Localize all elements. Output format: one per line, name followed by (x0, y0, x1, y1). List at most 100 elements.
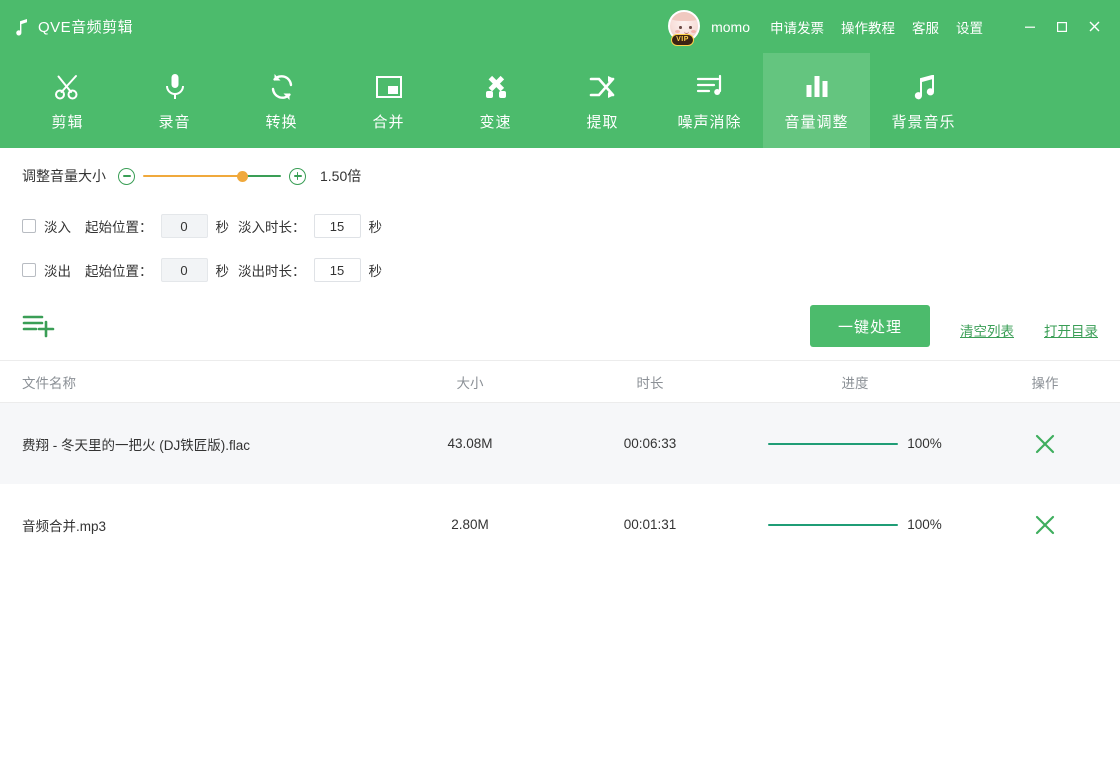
tab-record[interactable]: 录音 (121, 53, 228, 148)
tab-bgm[interactable]: 背景音乐 (870, 53, 977, 148)
avatar[interactable]: VIP (668, 10, 702, 44)
fade-out-start-unit: 秒 (216, 260, 230, 280)
fade-in-start-input[interactable]: 0 (161, 214, 208, 238)
cell-file-name: 音频合并.mp3 (0, 515, 380, 535)
convert-icon (266, 70, 298, 104)
tab-convert[interactable]: 转换 (228, 53, 335, 148)
extract-icon (587, 70, 619, 104)
table-header: 文件名称 大小 时长 进度 操作 (0, 361, 1120, 403)
tab-speed-label: 变速 (479, 111, 511, 132)
cell-progress: 100% (740, 436, 970, 451)
header-name: 文件名称 (0, 372, 380, 392)
tab-speed[interactable]: 变速 (442, 53, 549, 148)
header-size: 大小 (380, 372, 560, 392)
slider-handle[interactable] (238, 172, 247, 181)
menu-support[interactable]: 客服 (912, 17, 939, 37)
minus-circle-icon[interactable] (118, 168, 135, 185)
menu-tutorial[interactable]: 操作教程 (841, 17, 895, 37)
close-x-icon (1034, 514, 1056, 536)
menu-invoice[interactable]: 申请发票 (770, 17, 824, 37)
tab-volume[interactable]: 音量调整 (763, 53, 870, 148)
fade-out-duration-unit: 秒 (369, 260, 383, 280)
progress-bar (768, 443, 898, 445)
progress-bar (768, 524, 898, 526)
add-files-icon[interactable] (22, 312, 56, 340)
scissors-icon (52, 70, 84, 104)
tab-denoise[interactable]: 噪声消除 (656, 53, 763, 148)
fade-in-duration-unit: 秒 (369, 216, 383, 236)
title-bar-right: VIP momo 申请发票 操作教程 客服 设置 (668, 0, 1120, 53)
cell-file-size: 2.80M (380, 517, 560, 532)
table-row[interactable]: 音频合并.mp3 2.80M 00:01:31 100% (0, 484, 1120, 565)
cell-file-name: 费翔 - 冬天里的一把火 (DJ铁匠版).flac (0, 434, 380, 454)
process-button[interactable]: 一键处理 (810, 305, 930, 347)
volume-slider[interactable] (143, 168, 281, 185)
vip-badge: VIP (671, 34, 694, 46)
username-label: momo (711, 19, 750, 35)
tab-clip[interactable]: 剪辑 (14, 53, 121, 148)
title-bar: QVE音频剪辑 VIP momo 申请发票 操作教程 客服 设置 (0, 0, 1120, 53)
delete-row-button[interactable] (1034, 433, 1056, 455)
fade-out-start-input[interactable]: 0 (161, 258, 208, 282)
clear-list-link[interactable]: 清空列表 (960, 312, 1014, 340)
microphone-icon (159, 70, 191, 104)
cell-duration: 00:06:33 (560, 436, 740, 451)
fade-in-label: 淡入 (44, 216, 71, 236)
tab-record-label: 录音 (158, 111, 190, 132)
tab-extract-label: 提取 (586, 111, 618, 132)
slider-track-filled (143, 175, 242, 177)
file-table: 文件名称 大小 时长 进度 操作 费翔 - 冬天里的一把火 (DJ铁匠版).fl… (0, 360, 1120, 565)
progress-value: 100% (907, 436, 942, 451)
cell-operation (970, 433, 1120, 455)
header-duration: 时长 (560, 372, 740, 392)
fade-out-start-caption: 起始位置： (85, 260, 153, 280)
open-directory-link[interactable]: 打开目录 (1044, 312, 1098, 340)
settings-panel: 调整音量大小 1.50倍 淡入 起始位置： 0 秒 淡入时长： 15 秒 (0, 148, 1120, 292)
fade-in-checkbox[interactable] (22, 219, 36, 233)
minimize-icon (1023, 20, 1037, 34)
music-note-icon (908, 70, 940, 104)
slider-track-rest (242, 175, 281, 177)
plus-circle-icon[interactable] (289, 168, 306, 185)
cell-operation (970, 514, 1120, 536)
cell-duration: 00:01:31 (560, 517, 740, 532)
action-bar-right: 一键处理 清空列表 打开目录 (810, 292, 1098, 360)
fade-in-start-caption: 起始位置： (85, 216, 153, 236)
table-row[interactable]: 费翔 - 冬天里的一把火 (DJ铁匠版).flac 43.08M 00:06:3… (0, 403, 1120, 484)
close-icon (1087, 19, 1102, 34)
close-button[interactable] (1078, 12, 1110, 42)
maximize-button[interactable] (1046, 12, 1078, 42)
header-operation: 操作 (970, 372, 1120, 392)
cell-file-size: 43.08M (380, 436, 560, 451)
delete-row-button[interactable] (1034, 514, 1056, 536)
fade-in-duration-input[interactable]: 15 (314, 214, 361, 238)
fade-in-duration-caption: 淡入时长： (238, 216, 306, 236)
action-bar: 一键处理 清空列表 打开目录 (0, 292, 1120, 360)
fade-out-duration-input[interactable]: 15 (314, 258, 361, 282)
fade-in-row: 淡入 起始位置： 0 秒 淡入时长： 15 秒 (22, 204, 1120, 248)
music-note-icon (14, 18, 30, 36)
close-x-icon (1034, 433, 1056, 455)
menu-settings[interactable]: 设置 (956, 17, 983, 37)
progress-value: 100% (907, 517, 942, 532)
tab-denoise-label: 噪声消除 (677, 111, 741, 132)
fade-in-start-unit: 秒 (216, 216, 230, 236)
main-toolbar: 剪辑 录音 转换 (0, 53, 1120, 148)
header-progress: 进度 (740, 372, 970, 392)
speed-icon (480, 70, 512, 104)
maximize-icon (1055, 20, 1069, 34)
tab-volume-label: 音量调整 (784, 111, 848, 132)
volume-row: 调整音量大小 1.50倍 (22, 148, 1120, 204)
tab-merge[interactable]: 合并 (335, 53, 442, 148)
fade-out-checkbox[interactable] (22, 263, 36, 277)
tab-extract[interactable]: 提取 (549, 53, 656, 148)
tab-clip-label: 剪辑 (51, 111, 83, 132)
merge-icon (373, 70, 405, 104)
minimize-button[interactable] (1014, 12, 1046, 42)
noise-remove-icon (694, 70, 726, 104)
tab-bgm-label: 背景音乐 (891, 111, 955, 132)
volume-bars-icon (801, 70, 833, 104)
title-bar-brand: QVE音频剪辑 (0, 16, 133, 37)
tab-merge-label: 合并 (372, 111, 404, 132)
window-controls (1014, 12, 1110, 42)
